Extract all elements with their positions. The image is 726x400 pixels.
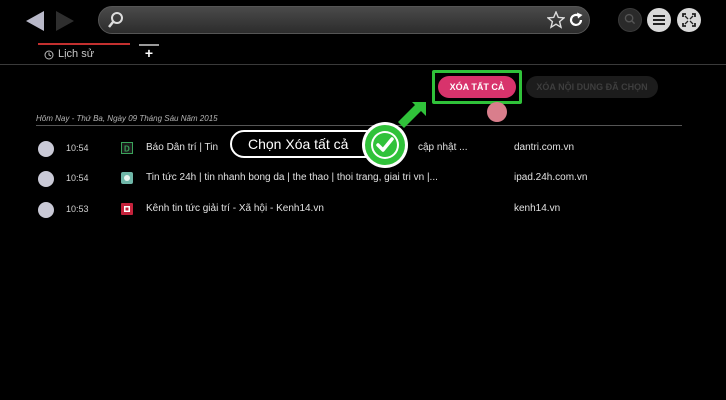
kenh14-favicon-icon xyxy=(121,203,133,215)
row-title: Tin tức 24h | tin nhanh bong da | the th… xyxy=(146,172,438,183)
row-domain: ipad.24h.com.vn xyxy=(514,172,588,183)
back-arrow-icon[interactable] xyxy=(24,10,46,32)
row-time: 10:54 xyxy=(66,173,89,183)
row-domain: dantri.com.vn xyxy=(514,142,575,153)
history-row[interactable]: 10:53 Kênh tin tức giải trí - Xã hội - K… xyxy=(0,198,726,222)
delete-all-highlight: XÓA TẤT CẢ xyxy=(432,70,522,104)
row-time: 10:53 xyxy=(66,204,89,214)
browser-toolbar xyxy=(0,0,726,40)
address-bar[interactable] xyxy=(98,6,590,34)
row-select-checkbox[interactable] xyxy=(38,171,54,187)
instruction-tooltip: Chọn Xóa tất cả xyxy=(230,130,380,158)
new-tab-button[interactable]: + xyxy=(139,44,159,62)
star-icon[interactable] xyxy=(547,11,565,29)
tab-strip: Lịch sử xyxy=(0,40,726,66)
row-select-checkbox[interactable] xyxy=(38,141,54,157)
clock-icon xyxy=(44,50,54,60)
fullscreen-icon[interactable] xyxy=(677,8,701,32)
delete-selected-button[interactable]: XÓA NỘI DUNG ĐÃ CHỌN xyxy=(526,76,658,98)
date-divider xyxy=(36,125,682,126)
svg-text:D: D xyxy=(124,145,130,154)
instruction-text: Chọn Xóa tất cả xyxy=(248,136,349,152)
reload-icon[interactable] xyxy=(567,11,585,29)
history-row[interactable]: 10:54 Tin tức 24h | tin nhanh bong da | … xyxy=(0,167,726,191)
dantri-favicon-icon: D xyxy=(121,142,133,154)
row-title: Báo Dân trí | Tin xyxy=(146,142,219,153)
tab-divider xyxy=(0,64,726,65)
date-group-header: Hôm Nay - Thứ Ba, Ngày 09 Tháng Sáu Năm … xyxy=(36,114,218,123)
tab-history-label: Lịch sử xyxy=(58,48,95,60)
forward-arrow-icon[interactable] xyxy=(54,10,76,32)
row-domain: kenh14.vn xyxy=(514,203,561,214)
tab-history[interactable]: Lịch sử xyxy=(38,43,130,63)
pointer-cursor xyxy=(487,102,507,122)
search-icon xyxy=(108,12,123,28)
row-time: 10:54 xyxy=(66,143,89,153)
row-select-checkbox[interactable] xyxy=(38,202,54,218)
row-title-tail: cập nhật ... xyxy=(418,142,468,153)
checkmark-badge-icon xyxy=(362,122,408,168)
24h-favicon-icon xyxy=(121,172,133,184)
menu-icon[interactable] xyxy=(647,8,671,32)
row-title: Kênh tin tức giải trí - Xã hội - Kenh14.… xyxy=(146,203,324,214)
delete-all-button[interactable]: XÓA TẤT CẢ xyxy=(438,76,516,98)
zoom-icon[interactable] xyxy=(618,8,642,32)
